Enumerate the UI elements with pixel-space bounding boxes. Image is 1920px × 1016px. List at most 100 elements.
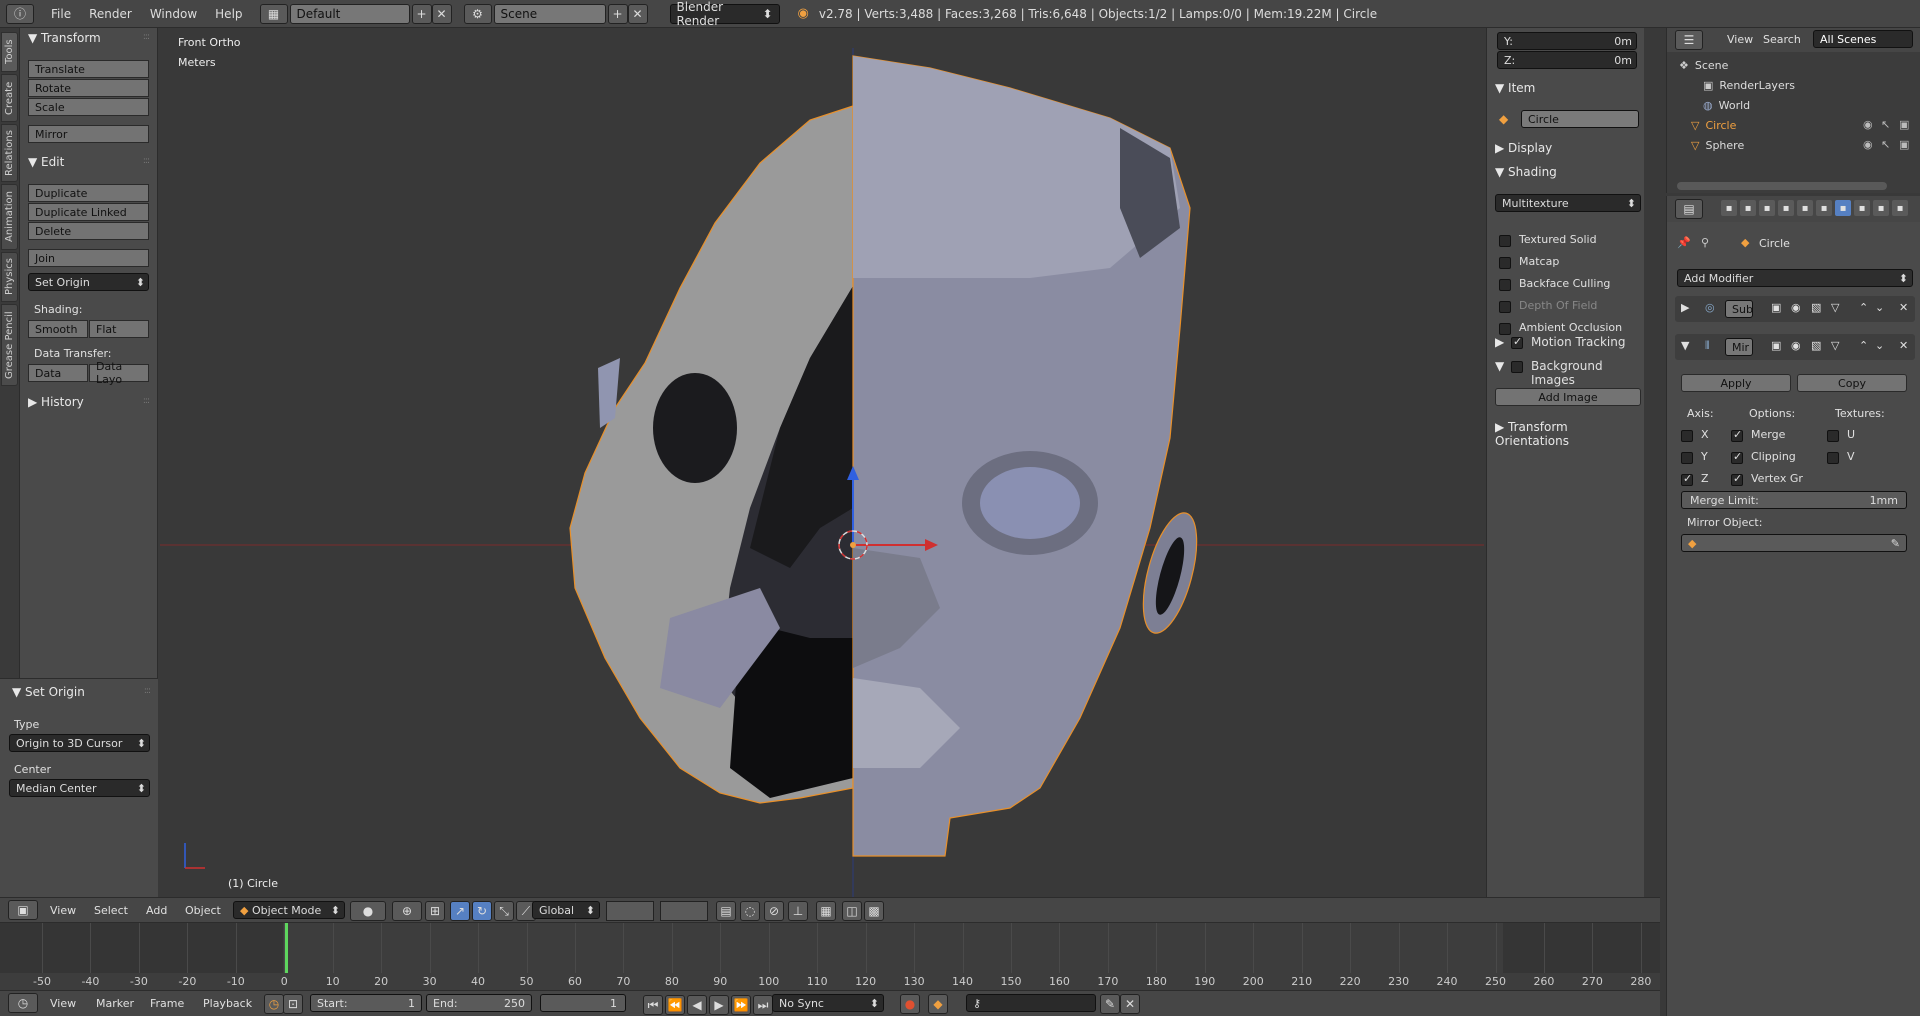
- mirror-axes-checkbox[interactable]: [1681, 430, 1693, 442]
- close-icon[interactable]: ✕: [1899, 339, 1908, 352]
- background-images-header[interactable]: ▼: [1495, 359, 1504, 373]
- info-editor-icon[interactable]: ⓘ: [6, 3, 34, 24]
- mesh-view[interactable]: [160, 28, 1484, 897]
- eye-icon[interactable]: ◉: [1863, 138, 1873, 151]
- duplicate-button[interactable]: Duplicate: [28, 184, 149, 202]
- subsurf-name-field[interactable]: Sub: [1725, 300, 1753, 318]
- mirror-opts-checkbox[interactable]: [1731, 450, 1743, 464]
- eyedropper-icon[interactable]: ✎: [1891, 537, 1900, 550]
- tab-relations[interactable]: Relations: [1, 124, 18, 182]
- add-modifier-select[interactable]: Add Modifier ⬍: [1677, 269, 1913, 287]
- cage-toggle-icon[interactable]: ▽: [1831, 301, 1839, 314]
- smooth-button[interactable]: Smooth: [28, 320, 88, 338]
- mirror-axes-checkbox[interactable]: [1681, 452, 1693, 464]
- view3d-editor-icon[interactable]: ▣: [8, 900, 38, 920]
- delete-button[interactable]: Delete: [28, 222, 149, 240]
- set-origin-select[interactable]: Set Origin ⬍: [28, 273, 149, 291]
- mirror-opts-checkbox[interactable]: [1731, 472, 1743, 486]
- add-layout-icon[interactable]: +: [411, 3, 432, 24]
- outliner-item[interactable]: ▽ Circle: [1691, 116, 1736, 134]
- copy-button[interactable]: Copy: [1797, 374, 1907, 392]
- shading-option-checkbox[interactable]: [1499, 323, 1511, 335]
- timeline-menu-frame[interactable]: Frame: [150, 997, 184, 1010]
- eye-icon[interactable]: ◉: [1863, 118, 1873, 131]
- outliner-menu-search[interactable]: Search: [1763, 33, 1801, 46]
- move-up-icon[interactable]: ⌃: [1859, 339, 1868, 352]
- translate-button[interactable]: Translate: [28, 60, 149, 78]
- mirror-name-field[interactable]: Mir: [1725, 338, 1753, 356]
- motion-tracking-header[interactable]: ▶: [1495, 335, 1504, 349]
- constraints-tab-icon[interactable]: ▪: [1816, 200, 1832, 216]
- scene-tab-icon[interactable]: ▪: [1759, 200, 1775, 216]
- 3d-viewport[interactable]: Front Ortho Meters (1) Circle: [160, 28, 1484, 897]
- shading-icon[interactable]: ●: [350, 901, 386, 921]
- menu-file[interactable]: File: [42, 7, 80, 21]
- rotate-manip-icon[interactable]: ↻: [472, 901, 492, 921]
- scene-field[interactable]: Scene: [493, 3, 606, 24]
- outliner-item[interactable]: ❖ Scene: [1679, 56, 1728, 74]
- outliner-menu-view[interactable]: View: [1727, 33, 1753, 46]
- end-frame-field[interactable]: End: 250: [426, 994, 532, 1012]
- cursor-icon[interactable]: ↖: [1881, 138, 1890, 151]
- render-toggle-icon[interactable]: ▣: [1771, 301, 1781, 314]
- cage-toggle-icon[interactable]: ▽: [1831, 339, 1839, 352]
- menu-help[interactable]: Help: [206, 7, 251, 21]
- camera-icon[interactable]: ▣: [1899, 138, 1909, 151]
- transform-panel-header[interactable]: ▼ Transform: [28, 31, 101, 45]
- translate-manip-icon[interactable]: ↗: [450, 901, 470, 921]
- viewport-toggle-icon[interactable]: ◉: [1791, 301, 1801, 314]
- snap-toggle-icon[interactable]: ⊘: [764, 901, 784, 921]
- timeline-menu-marker[interactable]: Marker: [96, 997, 134, 1010]
- outliner-item[interactable]: ▽ Sphere: [1691, 136, 1744, 154]
- properties-editor-icon[interactable]: ▤: [1675, 199, 1703, 219]
- collapse-icon[interactable]: ▼: [1681, 339, 1689, 352]
- move-up-icon[interactable]: ⌃: [1859, 301, 1868, 314]
- scale-manip-icon[interactable]: ⤡: [494, 901, 514, 921]
- start-frame-field[interactable]: Start: 1: [310, 994, 422, 1012]
- shading-option-checkbox[interactable]: [1499, 257, 1511, 269]
- edit-panel-header[interactable]: ▼ Edit: [28, 155, 64, 169]
- background-images-checkbox[interactable]: [1511, 361, 1523, 373]
- outliner-item[interactable]: ▣ RenderLayers: [1703, 76, 1795, 94]
- outliner-item[interactable]: ◍ World: [1703, 96, 1750, 114]
- add-image-button[interactable]: Add Image: [1495, 388, 1641, 406]
- pin-icon[interactable]: 📌: [1677, 236, 1691, 249]
- viewport-toggle-icon[interactable]: ◉: [1791, 339, 1801, 352]
- merge-limit-field[interactable]: Merge Limit: 1mm: [1681, 491, 1907, 509]
- object-tab-icon[interactable]: ▪: [1797, 200, 1813, 216]
- history-panel-header[interactable]: ▶ History: [28, 395, 84, 409]
- layout-field[interactable]: Default: [289, 3, 410, 24]
- render-tab-icon[interactable]: ▪: [1721, 200, 1737, 216]
- mirror-texs-checkbox[interactable]: [1827, 452, 1839, 464]
- editmode-toggle-icon[interactable]: ▧: [1811, 301, 1821, 314]
- play-icon[interactable]: ▶: [709, 995, 729, 1015]
- render-toggle-icon[interactable]: ▣: [1771, 339, 1781, 352]
- texture-tab-icon[interactable]: ▪: [1892, 200, 1908, 216]
- mirror-modifier-header[interactable]: ▼ ⫴ Mir ▣ ◉ ▧ ▽ ⌃ ⌄ ✕: [1675, 334, 1915, 360]
- outliner-editor-icon[interactable]: ☰: [1675, 30, 1703, 50]
- header-menu-view[interactable]: View: [50, 904, 76, 917]
- tab-physics[interactable]: Physics: [1, 252, 18, 302]
- shading-option-checkbox[interactable]: [1499, 235, 1511, 247]
- header-menu-object[interactable]: Object: [185, 904, 221, 917]
- mirror-button[interactable]: Mirror: [28, 125, 149, 143]
- current-frame-field[interactable]: 1: [540, 994, 626, 1012]
- lock-range-icon[interactable]: ⊡: [283, 994, 303, 1014]
- layers-grid-b[interactable]: [660, 901, 708, 921]
- camera-icon[interactable]: ▣: [1899, 118, 1909, 131]
- scene-icon[interactable]: ⚙: [463, 3, 492, 24]
- mirror-axes-checkbox[interactable]: [1681, 472, 1693, 486]
- join-button[interactable]: Join: [28, 249, 149, 267]
- rotate-button[interactable]: Rotate: [28, 79, 149, 97]
- grip-icon[interactable]: :::: [143, 32, 150, 42]
- tab-create[interactable]: Create: [1, 74, 18, 122]
- item-panel-header[interactable]: ▼ Item: [1495, 81, 1535, 95]
- remove-layout-icon[interactable]: ✕: [431, 3, 452, 24]
- outliner-filter-select[interactable]: All Scenes: [1813, 30, 1913, 48]
- add-scene-icon[interactable]: +: [607, 3, 628, 24]
- tab-grease-pencil[interactable]: Grease Pencil: [1, 304, 18, 386]
- render-image-icon[interactable]: ◫: [842, 901, 862, 921]
- preview-range-icon[interactable]: ◷: [264, 994, 284, 1014]
- keying-set-field[interactable]: ⚷: [966, 994, 1096, 1012]
- move-down-icon[interactable]: ⌄: [1875, 301, 1884, 314]
